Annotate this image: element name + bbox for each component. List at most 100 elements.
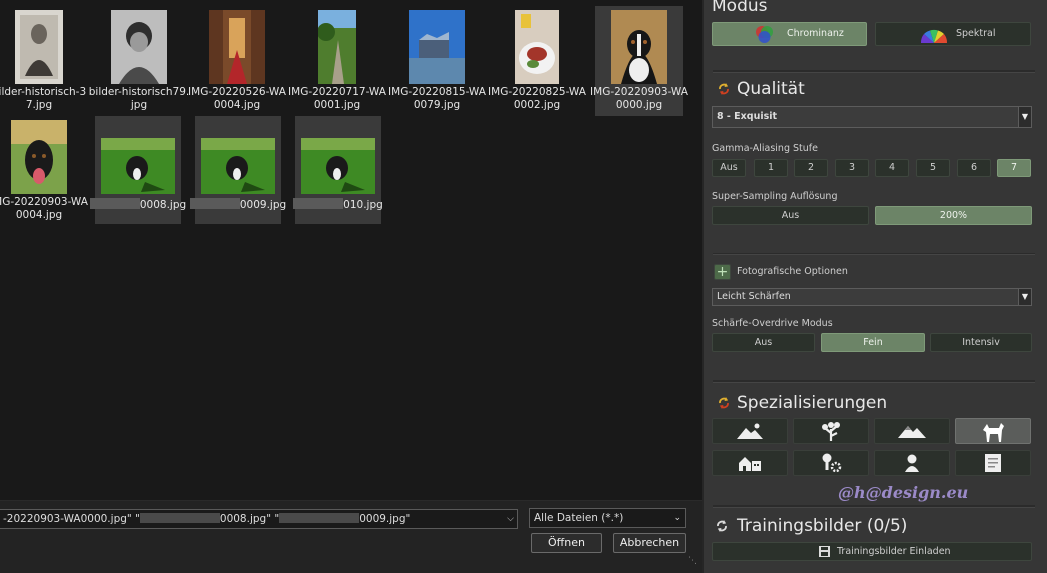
file-name: IMG-20220717-WA0001.jpg — [288, 86, 386, 111]
thumbnail — [515, 10, 559, 84]
gamma-option-4[interactable]: 4 — [875, 159, 909, 177]
file-item[interactable]: bilder-historisch79.jpg — [89, 6, 189, 116]
cancel-button[interactable]: Abbrechen — [613, 533, 686, 553]
file-item[interactable]: 0009.jpg — [189, 116, 286, 224]
dog-grass-image — [101, 138, 175, 194]
refresh-icon[interactable] — [717, 396, 731, 410]
overdrive-option-aus[interactable]: Aus — [712, 333, 815, 352]
chevron-down-icon[interactable]: ▼ — [1018, 106, 1032, 128]
file-item[interactable]: 010.jpg — [293, 116, 383, 224]
training-load-button[interactable]: Trainingsbilder Einladen — [712, 542, 1032, 561]
spektral-label: Spektral — [956, 28, 996, 39]
chrominanz-label: Chrominanz — [787, 28, 844, 39]
gamma-option-1[interactable]: 1 — [754, 159, 788, 177]
plant-button[interactable] — [793, 418, 869, 444]
foto-value: Leicht Schärfen — [717, 291, 791, 302]
file-name-suffix: 010.jpg — [343, 199, 383, 211]
supersampling-option-aus[interactable]: Aus — [712, 206, 869, 225]
objects-button[interactable] — [793, 450, 869, 476]
file-name: bilder-historisch-37.jpg — [0, 86, 87, 111]
file-item[interactable]: 0008.jpg — [89, 116, 186, 224]
training-load-label: Trainingsbilder Einladen — [837, 546, 951, 557]
refresh-icon[interactable] — [717, 82, 731, 96]
filetype-value: Alle Dateien (*.*) — [534, 512, 624, 524]
redacted-text — [189, 198, 240, 209]
file-item[interactable]: IMG-20220903-WA0000.jpg — [590, 6, 688, 116]
historic-portrait-man-image — [15, 10, 63, 84]
file-item[interactable]: IMG-20220825-WA0002.jpg — [488, 6, 586, 116]
thumbnail — [409, 10, 465, 84]
foto-select[interactable]: Leicht Schärfen ▼ — [712, 288, 1032, 306]
file-item[interactable]: IMG-20220526-WA0004.jpg — [188, 6, 286, 116]
person-button[interactable] — [874, 450, 950, 476]
thumbnail — [301, 138, 375, 194]
foto-label: Fotografische Optionen — [737, 266, 848, 277]
historic-portrait-woman-image — [111, 10, 167, 84]
buildings-button[interactable] — [712, 450, 788, 476]
reload-icon[interactable] — [715, 519, 729, 533]
file-item[interactable]: IMG-20220815-WA0079.jpg — [388, 6, 486, 116]
landscape-icon — [737, 423, 763, 439]
chrominanz-button[interactable]: Chrominanz — [712, 22, 867, 46]
mountain-icon — [898, 426, 926, 438]
gamma-option-7[interactable]: 7 — [997, 159, 1031, 177]
gamma-option-aus[interactable]: Aus — [712, 159, 746, 177]
plant-icon — [822, 422, 840, 441]
file-item[interactable]: IMG-20220717-WA0001.jpg — [288, 6, 386, 116]
gamma-option-2[interactable]: 2 — [794, 159, 828, 177]
food-plate-image — [515, 10, 559, 84]
spektral-button[interactable]: Spektral — [875, 22, 1031, 46]
file-name-suffix: 0009.jpg — [239, 199, 287, 211]
document-icon — [985, 454, 1001, 472]
file-name: 010.jpg — [287, 198, 389, 212]
animal-icon — [983, 423, 1004, 442]
section-separator — [713, 505, 1035, 508]
section-separator — [713, 380, 1035, 383]
harbor-building-image — [409, 10, 465, 84]
file-name: IMG-20220825-WA0002.jpg — [488, 86, 586, 111]
thumbnail — [11, 120, 67, 194]
animal-button[interactable] — [955, 418, 1031, 444]
spez-title: Spezialisierungen — [737, 393, 888, 413]
thumbnail — [209, 10, 265, 84]
supersampling-label: Super-Sampling Auflösung — [712, 191, 838, 202]
file-item[interactable]: IMG-20220903-WA0004.jpg — [0, 116, 88, 226]
filename-text-2: 0008.jpg" " — [219, 513, 280, 525]
qualitaet-select[interactable]: 8 - Exquisit ▼ — [712, 106, 1032, 128]
thumbnail — [111, 10, 167, 84]
landscape-button[interactable] — [712, 418, 788, 444]
training-title: Trainingsbilder (0/5) — [737, 516, 908, 536]
file-name-suffix: 0008.jpg — [139, 199, 187, 211]
overdrive-option-intensiv[interactable]: Intensiv — [930, 333, 1032, 352]
filetype-select[interactable]: Alle Dateien (*.*) ⌄ — [529, 508, 686, 528]
church-interior-image — [209, 10, 265, 84]
gamma-option-5[interactable]: 5 — [916, 159, 950, 177]
file-name: 0008.jpg — [87, 198, 189, 212]
filename-input[interactable]: -20220903-WA0000.jpg" " 0008.jpg" " 0009.j… — [0, 509, 518, 529]
plus-icon[interactable]: + — [714, 264, 731, 280]
save-icon — [819, 546, 830, 557]
dog-grass-image — [301, 138, 375, 194]
mountain-button[interactable] — [874, 418, 950, 444]
chevron-down-icon[interactable]: ▼ — [1018, 288, 1032, 306]
supersampling-option-200[interactable]: 200% — [875, 206, 1032, 225]
file-item[interactable]: bilder-historisch-37.jpg — [0, 6, 86, 116]
section-separator — [713, 253, 1035, 255]
settings-panel: Modus Chrominanz Spektral Qualität 8 - E… — [702, 0, 1047, 573]
redacted-text — [139, 513, 220, 523]
thumbnail — [201, 138, 275, 194]
resize-grip-icon[interactable]: ⋱ — [688, 556, 698, 566]
chevron-down-icon[interactable]: ⌄ — [673, 509, 681, 527]
section-separator — [713, 70, 1035, 73]
file-name: 0009.jpg — [187, 198, 289, 212]
dog-portrait-image — [611, 10, 667, 84]
dog-grass-image — [201, 138, 275, 194]
file-dialog: bilder-historisch-37.jpg bilder-historis… — [0, 0, 702, 573]
gamma-option-6[interactable]: 6 — [957, 159, 991, 177]
gamma-label: Gamma-Aliasing Stufe — [712, 143, 818, 154]
document-button[interactable] — [955, 450, 1031, 476]
overdrive-option-fein[interactable]: Fein — [821, 333, 925, 352]
chevron-down-icon[interactable]: ⌵ — [507, 510, 514, 528]
gamma-option-3[interactable]: 3 — [835, 159, 869, 177]
open-button[interactable]: Öffnen — [531, 533, 602, 553]
